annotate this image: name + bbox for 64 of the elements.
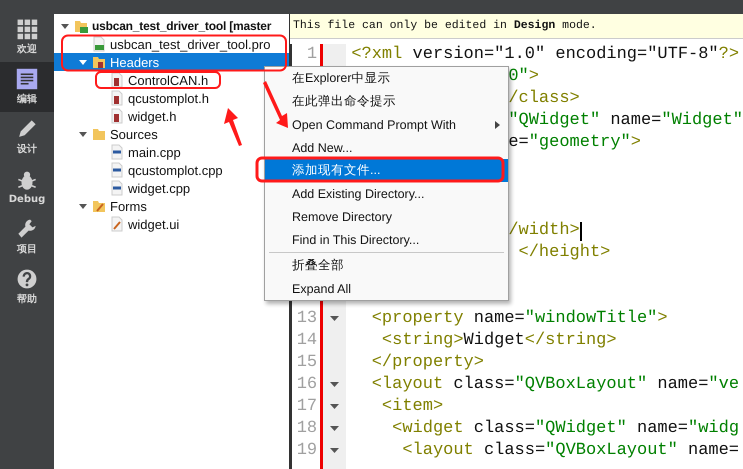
file-icon <box>110 144 124 160</box>
line-number: 1 <box>306 45 318 64</box>
mode-button[interactable]: Debug <box>0 162 54 212</box>
expand-arrow-icon[interactable] <box>78 57 88 67</box>
tree-item[interactable]: usbcan_test_driver_tool [master <box>54 17 289 35</box>
line-number: 14 <box>296 331 318 350</box>
file-icon <box>110 108 124 124</box>
file-icon <box>110 180 124 196</box>
mode-button[interactable]: 设计 <box>0 112 54 162</box>
fold-arrow-icon[interactable] <box>330 381 340 389</box>
file-icon <box>110 162 124 178</box>
folder-icon <box>92 126 106 142</box>
expand-arrow-icon[interactable] <box>78 201 88 211</box>
line-number: 13 <box>296 309 318 328</box>
fold-arrow-icon[interactable] <box>330 403 340 411</box>
wrench-icon <box>16 218 38 240</box>
expand-arrow-icon[interactable] <box>78 129 88 139</box>
code-line: e="geometry"> <box>508 132 641 154</box>
mode-button[interactable]: 编辑 <box>0 62 54 112</box>
code-line: <layout class="QVBoxLayout" name="ve <box>370 374 740 396</box>
mode-button[interactable]: 项目 <box>0 212 54 262</box>
expand-arrow-icon[interactable] <box>60 21 70 31</box>
bug-icon <box>16 170 38 192</box>
file-icon <box>110 216 124 232</box>
file-icon <box>110 90 124 106</box>
pencil-icon <box>16 118 38 140</box>
submenu-arrow-icon <box>495 120 500 128</box>
line-number: 16 <box>296 375 318 394</box>
file-icon <box>92 36 106 52</box>
help-icon <box>16 268 38 290</box>
file-icon <box>110 72 124 88</box>
fold-arrow-icon[interactable] <box>330 447 340 455</box>
code-line: /width> <box>508 220 580 242</box>
line-number: 15 <box>296 353 318 372</box>
code-line: </property> <box>370 352 484 374</box>
code-line: "QWidget" name="Widget" <box>508 110 743 132</box>
mode-button[interactable]: 帮助 <box>0 262 54 312</box>
code-line: 0"> <box>508 66 539 88</box>
info-message: This file can only be edited in Design mode. <box>290 14 743 39</box>
code-line: <string>Widget</string> <box>380 330 617 352</box>
code-line: <item> <box>380 396 444 418</box>
line-number: 19 <box>296 441 318 460</box>
grid-icon <box>16 18 38 40</box>
code-line: </height> <box>518 242 610 264</box>
code-line: <property name="windowTitle"> <box>370 308 668 330</box>
folder-icon <box>92 54 106 70</box>
line-number: 18 <box>296 419 318 438</box>
menu-item[interactable]: Expand All <box>265 277 508 300</box>
code-line: <layout class="QVBoxLayout" name= <box>401 440 740 462</box>
tree-item[interactable]: usbcan_test_driver_tool.pro <box>54 35 289 53</box>
annotation-arrow <box>224 108 242 146</box>
menu-item[interactable]: 折叠全部 <box>265 254 508 277</box>
fold-arrow-icon[interactable] <box>330 315 340 323</box>
folder-icon <box>92 198 106 214</box>
tree-item[interactable]: Headers <box>54 53 289 71</box>
code-line: <widget class="QWidget" name="widg <box>391 418 740 440</box>
code-line: <?xml version="1.0" encoding="UTF-8"?> <box>351 44 740 66</box>
folder-icon <box>74 18 88 34</box>
line-number: 17 <box>296 397 318 416</box>
mode-button[interactable]: 欢迎 <box>0 12 54 62</box>
annotation-arrow <box>263 81 288 128</box>
code-line: /class> <box>508 88 580 110</box>
document-icon <box>16 68 38 90</box>
fold-arrow-icon[interactable] <box>330 425 340 433</box>
